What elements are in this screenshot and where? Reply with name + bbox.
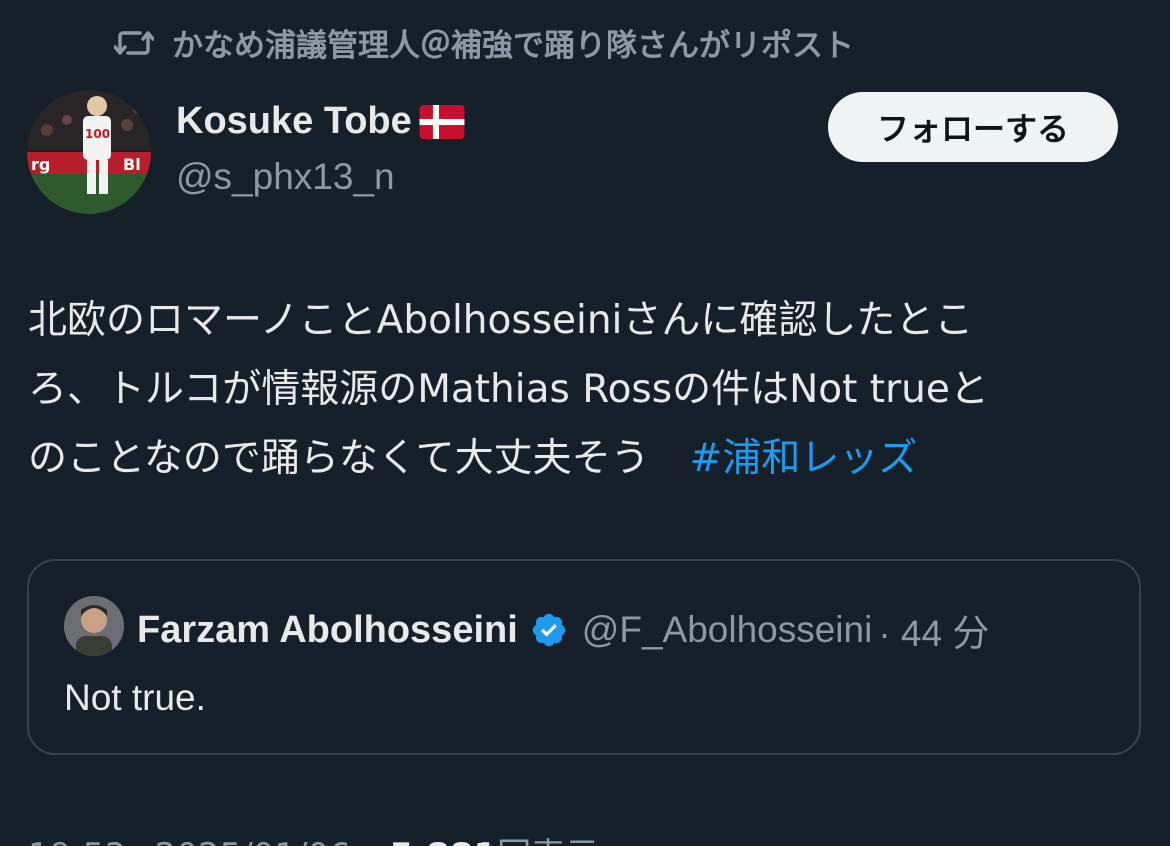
author-handle[interactable]: @s_phx13_n: [176, 156, 395, 198]
quoted-header: Farzam Abolhosseini @F_Abolhosseini · 44…: [137, 603, 989, 657]
quoted-author-handle[interactable]: @F_Abolhosseini: [582, 609, 873, 651]
tweet-detail: かなめ浦議管理人＠補強で踊り隊さんがリポスト rg Bl 100 Kosuke …: [0, 0, 1170, 846]
tweet-line: ろ、トルコが情報源のMathias Rossの件はNot trueと: [28, 367, 989, 412]
verified-badge-icon: [532, 613, 566, 647]
author-name-text: Kosuke Tobe: [176, 100, 412, 142]
hashtag-link[interactable]: #浦和レッズ: [690, 436, 918, 481]
svg-text:100: 100: [85, 127, 110, 141]
tweet-meta: 19:53 2025/01/06 5,881回表示: [28, 828, 599, 846]
tweet-time[interactable]: 19:53: [28, 836, 126, 846]
retweet-icon: [114, 30, 154, 55]
follow-button[interactable]: フォローする: [828, 92, 1118, 162]
views-count: 5,881: [390, 836, 498, 846]
denmark-flag-icon: [419, 104, 465, 139]
tweet-date[interactable]: 2025/01/06: [155, 836, 351, 846]
tweet-line: のことなので踊らなくて大丈夫そう #浦和レッズ: [28, 424, 1148, 493]
svg-text:Bl: Bl: [123, 155, 141, 174]
views-label: 回表示: [497, 836, 599, 846]
svg-text:rg: rg: [31, 155, 50, 174]
quoted-author-avatar[interactable]: [64, 596, 124, 656]
quoted-time[interactable]: · 44 分: [878, 603, 989, 657]
tweet-text: 北欧のロマーノことAbolhosseiniさんに確認したとこ ろ、トルコが情報源…: [28, 286, 1148, 493]
author-name[interactable]: Kosuke Tobe: [176, 100, 466, 143]
tweet-line-text: のことなので踊らなくて大丈夫そう: [28, 436, 650, 481]
repost-context[interactable]: かなめ浦議管理人＠補強で踊り隊さんがリポスト: [114, 20, 854, 65]
quoted-author-name[interactable]: Farzam Abolhosseini: [137, 609, 518, 652]
tweet-line: 北欧のロマーノことAbolhosseiniさんに確認したとこ: [28, 298, 974, 343]
quoted-text: Not true.: [64, 677, 206, 718]
author-avatar[interactable]: rg Bl 100: [27, 90, 151, 214]
quoted-tweet[interactable]: Farzam Abolhosseini @F_Abolhosseini · 44…: [27, 559, 1141, 755]
repost-text: かなめ浦議管理人＠補強で踊り隊さんがリポスト: [172, 28, 854, 64]
